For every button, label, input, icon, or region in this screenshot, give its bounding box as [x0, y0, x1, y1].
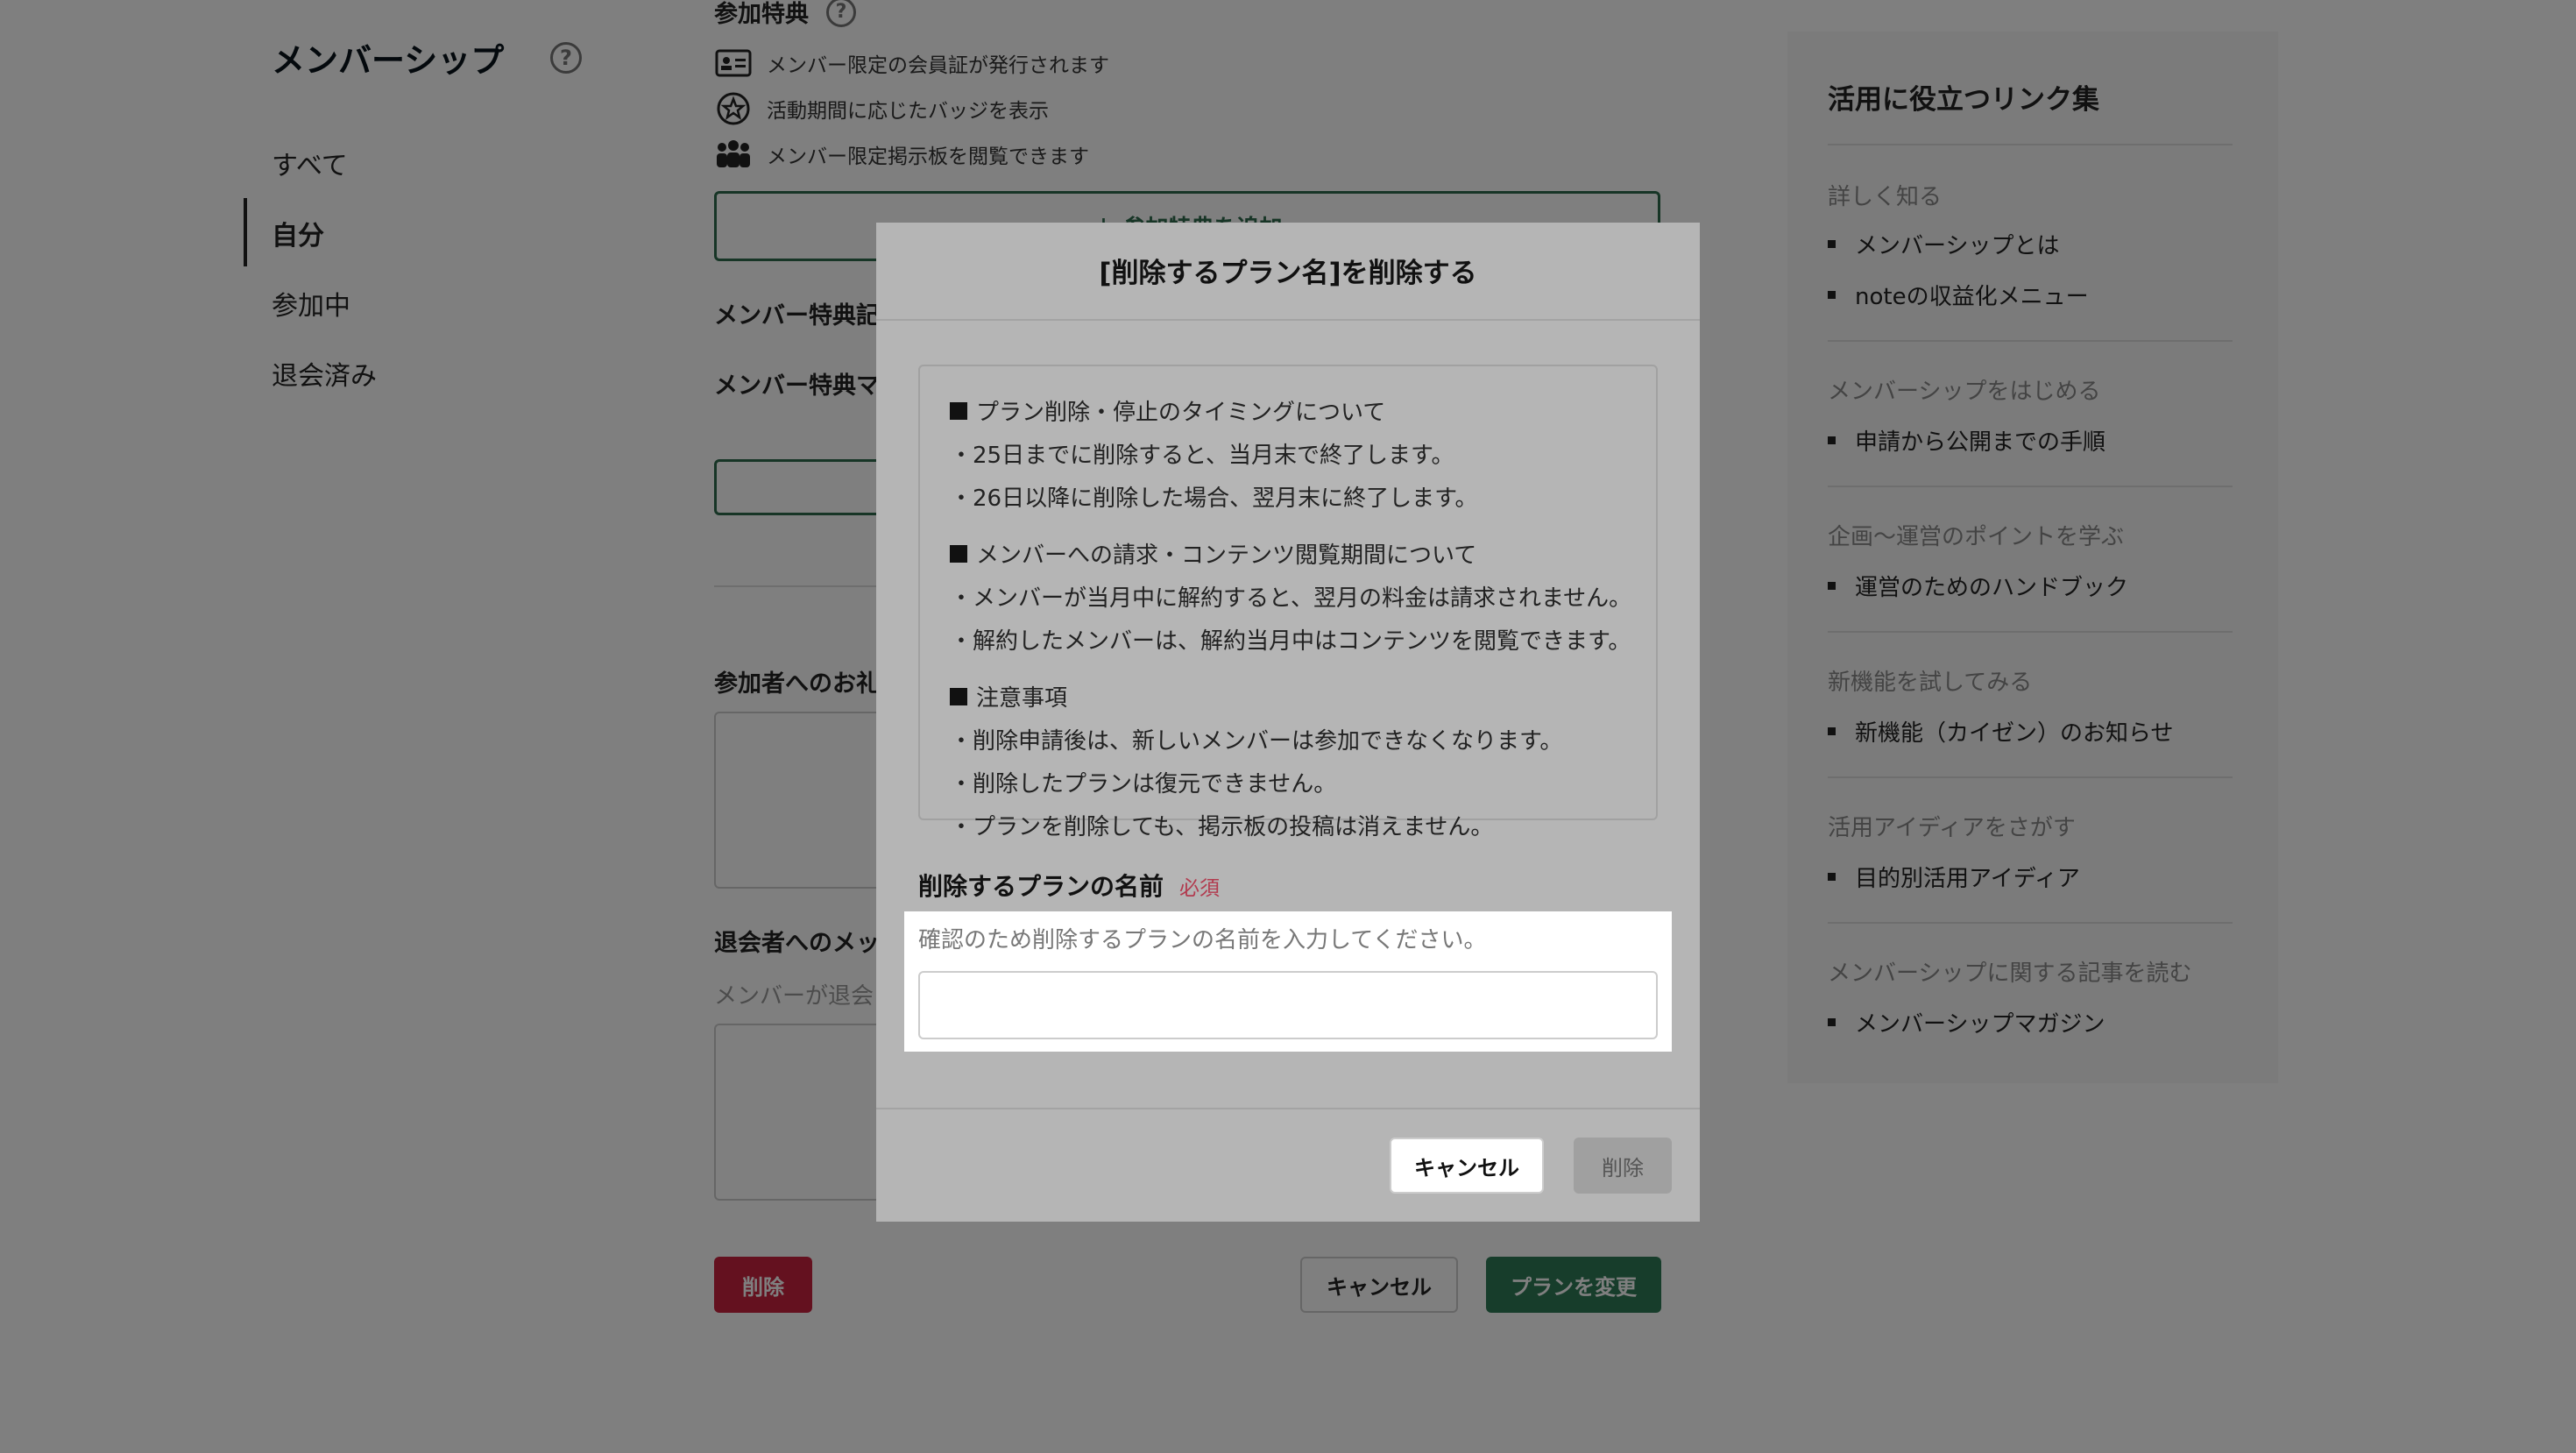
plan-name-label: 削除するプランの名前 必須 — [918, 868, 1220, 903]
notice-section: プラン削除・停止のタイミングについて ・25日までに削除すると、当月末で終了しま… — [950, 394, 1656, 513]
plan-name-field-area: 確認のため削除するプランの名前を入力してください。 — [904, 911, 1672, 1052]
dialog-delete-button[interactable]: 削除 — [1574, 1138, 1672, 1194]
square-bullet-icon — [950, 687, 967, 705]
notice-line: ・25日までに削除すると、当月末で終了します。 — [950, 443, 1454, 469]
notice-line: ・プランを削除しても、掲示板の投稿は消えません。 — [950, 814, 1494, 840]
required-badge: 必須 — [1179, 877, 1221, 900]
notice-line: ・削除申請後は、新しいメンバーは参加できなくなります。 — [950, 728, 1563, 755]
plan-name-hint: 確認のため削除するプランの名前を入力してください。 — [918, 927, 1487, 953]
dialog-title: [削除するプラン名]を削除する — [1099, 258, 1477, 289]
dialog-header-divider — [876, 319, 1700, 321]
delete-plan-dialog: [削除するプラン名]を削除する プラン削除・停止のタイミングについて ・25日ま… — [876, 223, 1700, 1222]
notice-heading-label: 注意事項 — [976, 685, 1068, 712]
notice-section: メンバーへの請求・コンテンツ閲覧期間について ・メンバーが当月中に解約すると、翌… — [950, 537, 1656, 656]
notice-line: ・メンバーが当月中に解約すると、翌月の料金は請求されません。 — [950, 585, 1632, 612]
dialog-footer-divider — [876, 1108, 1700, 1109]
notice-heading: プラン削除・停止のタイミングについて — [950, 394, 1656, 427]
square-bullet-icon — [950, 401, 967, 420]
dialog-cancel-button[interactable]: キャンセル — [1390, 1138, 1544, 1194]
notice-line: ・解約したメンバーは、解約当月中はコンテンツを閲覧できます。 — [950, 628, 1631, 655]
plan-name-input[interactable] — [918, 971, 1658, 1039]
notice-heading: 注意事項 — [950, 680, 1656, 712]
notice-heading: メンバーへの請求・コンテンツ閲覧期間について — [950, 537, 1656, 570]
notice-line: ・26日以降に削除した場合、翌月末に終了します。 — [950, 486, 1478, 512]
plan-name-label-text: 削除するプランの名前 — [918, 872, 1164, 901]
notice-heading-label: プラン削除・停止のタイミングについて — [976, 400, 1386, 426]
notice-section: 注意事項 ・削除申請後は、新しいメンバーは参加できなくなります。 ・削除したプラ… — [950, 680, 1656, 841]
notice-box: プラン削除・停止のタイミングについて ・25日までに削除すると、当月末で終了しま… — [918, 365, 1658, 840]
square-bullet-icon — [950, 544, 967, 563]
notice-line: ・削除したプランは復元できません。 — [950, 771, 1337, 797]
notice-heading-label: メンバーへの請求・コンテンツ閲覧期間について — [976, 542, 1477, 569]
